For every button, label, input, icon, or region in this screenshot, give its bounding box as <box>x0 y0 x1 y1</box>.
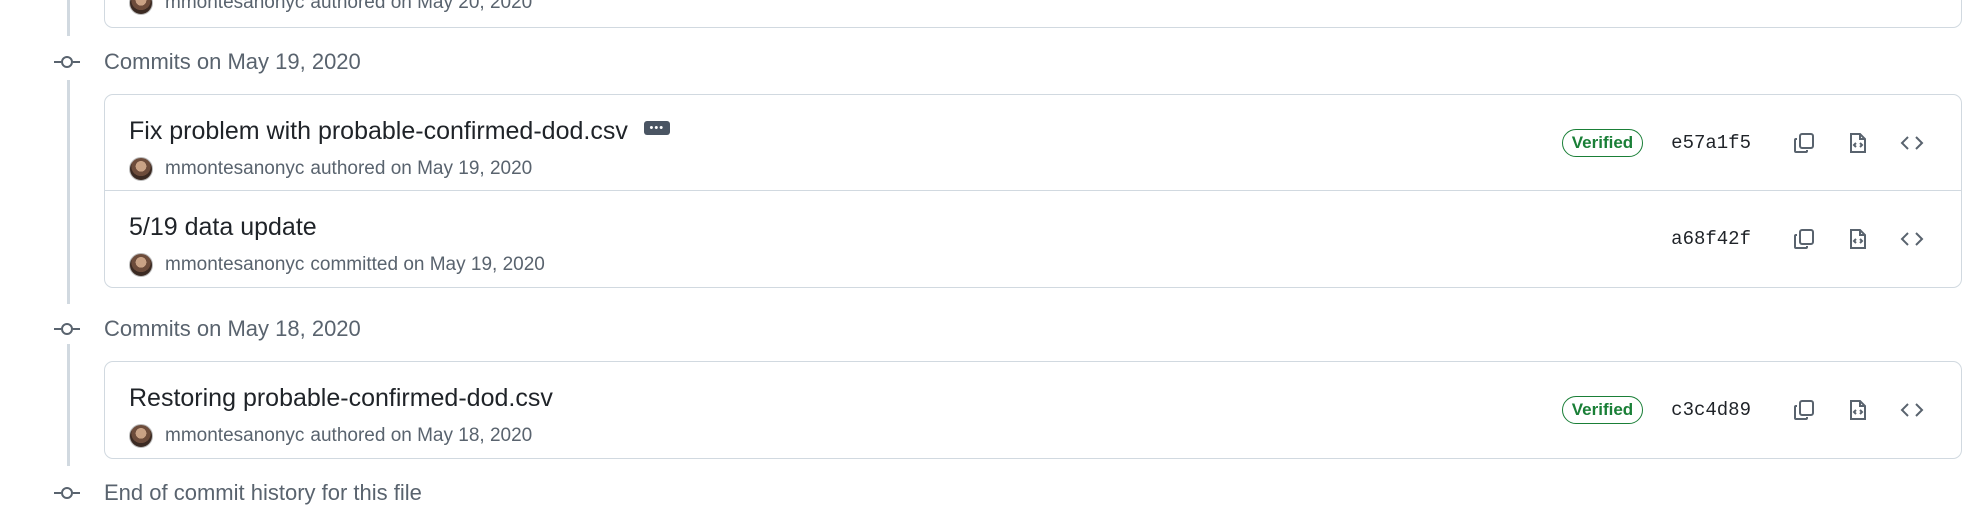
commit-message-link[interactable]: Restoring probable-confirmed-dod.csv <box>129 384 553 413</box>
author-link[interactable]: mmontesanonyc <box>165 0 304 14</box>
commit-date-text: committed on May 19, 2020 <box>310 254 545 275</box>
commit-list-card: Restoring probable-confirmed-dod.csv mmo… <box>104 361 1962 459</box>
code-icon <box>1900 232 1924 246</box>
commit-actions: a68f42f <box>1671 191 1933 287</box>
avatar[interactable] <box>129 0 153 15</box>
commit-actions: Verified e57a1f5 <box>1561 95 1933 190</box>
end-of-history: End of commit history for this file <box>50 478 422 508</box>
commit-date-text: authored on May 20, 2020 <box>310 0 533 13</box>
copy-sha-button[interactable] <box>1783 389 1825 431</box>
commit-message-link[interactable]: Fix problem with probable-confirmed-dod.… <box>129 117 670 146</box>
commit-group-header: Commits on May 18, 2020 <box>50 314 361 344</box>
timeline-line <box>67 344 70 466</box>
commit-date-text: authored on May 18, 2020 <box>310 425 533 446</box>
author-link[interactable]: mmontesanonyc <box>165 425 304 447</box>
commit-meta: mmontesanonyc committed on May 19, 2020 <box>129 253 545 277</box>
copy-sha-button[interactable] <box>1783 218 1825 260</box>
view-file-at-commit-button[interactable] <box>1837 218 1879 260</box>
copy-sha-button[interactable] <box>1783 122 1825 164</box>
commit-message-link[interactable]: 5/19 data update <box>129 213 317 242</box>
copy-icon <box>1794 400 1814 420</box>
commit-actions: Verified c3c4d89 <box>1561 362 1933 458</box>
code-icon <box>1900 135 1924 150</box>
commit-row: 5/19 data update mmontesanonyc committed… <box>105 191 1961 287</box>
avatar[interactable] <box>129 157 153 181</box>
author-link[interactable]: mmontesanonyc <box>165 254 304 276</box>
commit-meta: mmontesanonyc authored on May 19, 2020 <box>129 157 532 181</box>
file-code-icon <box>1850 400 1866 420</box>
commit-sha-link[interactable]: a68f42f <box>1671 228 1751 250</box>
commit-date-text: authored on May 19, 2020 <box>310 158 533 179</box>
commit-sha-link[interactable]: e57a1f5 <box>1671 132 1751 154</box>
git-commit-icon <box>50 47 84 77</box>
commit-message[interactable]: Restoring probable-confirmed-dod.csv <box>129 384 553 413</box>
end-of-history-text: End of commit history for this file <box>104 480 422 505</box>
commit-sha-link[interactable]: c3c4d89 <box>1671 399 1751 421</box>
avatar[interactable] <box>129 424 153 448</box>
commit-group-title: Commits on May 18, 2020 <box>104 316 361 341</box>
commit-list-card: Fix problem with probable-confirmed-dod.… <box>104 94 1962 288</box>
code-icon <box>1900 403 1924 417</box>
commit-row: Fix problem with probable-confirmed-dod.… <box>105 95 1961 191</box>
commit-group-title: Commits on May 19, 2020 <box>104 49 361 74</box>
git-commit-icon <box>50 314 84 344</box>
commit-meta: mmontesanonyc authored on May 20, 2020 <box>129 0 532 15</box>
commit-list-card: mmontesanonyc authored on May 20, 2020 <box>104 0 1962 28</box>
commit-meta: mmontesanonyc authored on May 18, 2020 <box>129 424 532 448</box>
commit-row: Restoring probable-confirmed-dod.csv mmo… <box>105 362 1961 458</box>
browse-repo-at-commit-button[interactable] <box>1891 389 1933 431</box>
file-code-icon <box>1850 132 1866 153</box>
file-code-icon <box>1850 229 1866 249</box>
timeline-line <box>67 80 70 304</box>
avatar[interactable] <box>129 253 153 277</box>
author-link[interactable]: mmontesanonyc <box>165 158 304 180</box>
timeline-line <box>67 0 70 36</box>
commit-message[interactable]: 5/19 data update <box>129 213 317 242</box>
copy-icon <box>1794 229 1814 249</box>
commit-message[interactable]: Fix problem with probable-confirmed-dod.… <box>129 117 628 146</box>
copy-icon <box>1794 132 1814 153</box>
view-file-at-commit-button[interactable] <box>1837 122 1879 164</box>
browse-repo-at-commit-button[interactable] <box>1891 218 1933 260</box>
git-commit-icon <box>50 478 84 508</box>
verified-badge[interactable]: Verified <box>1561 128 1644 157</box>
verified-badge[interactable]: Verified <box>1561 396 1644 424</box>
expand-description-button[interactable]: ••• <box>643 120 670 135</box>
commit-group-header: Commits on May 19, 2020 <box>50 47 361 77</box>
view-file-at-commit-button[interactable] <box>1837 389 1879 431</box>
browse-repo-at-commit-button[interactable] <box>1891 122 1933 164</box>
